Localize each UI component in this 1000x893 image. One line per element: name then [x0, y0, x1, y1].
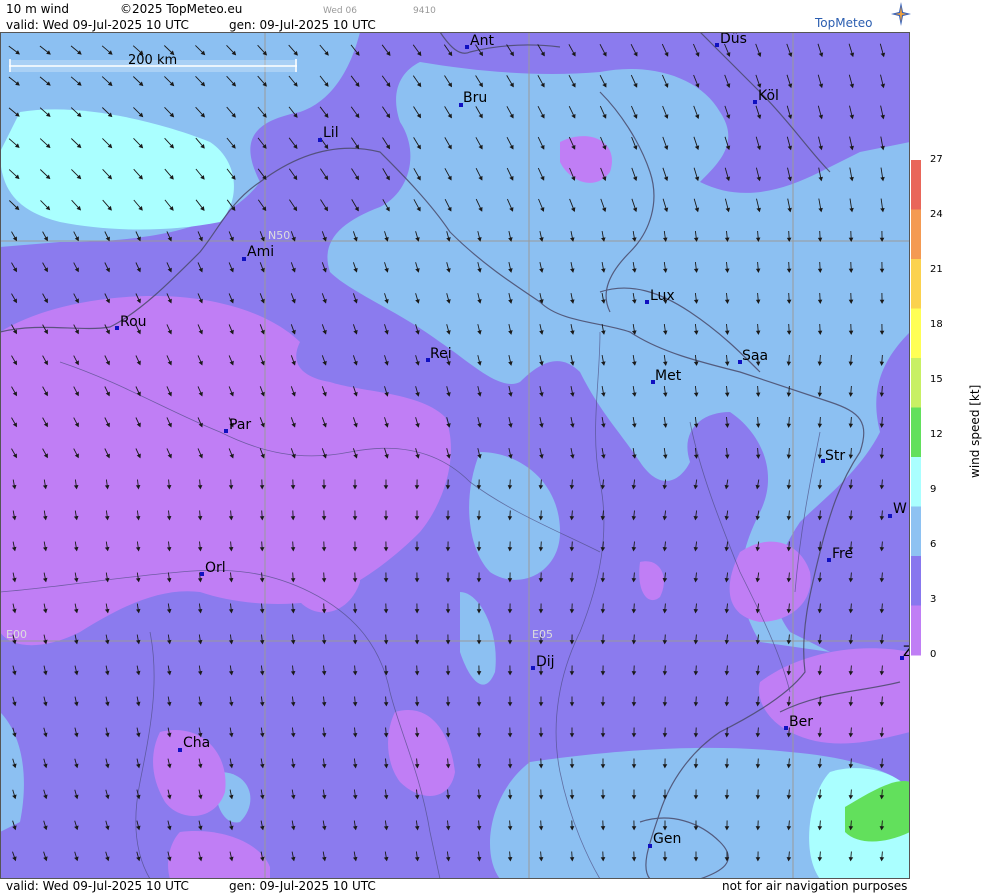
- city-label: W: [893, 501, 907, 517]
- brand-star-icon: [891, 2, 911, 26]
- legend-swatch: [911, 605, 921, 656]
- legend-tick-label: 3: [930, 594, 937, 605]
- legend-tick-label: 0: [930, 649, 937, 660]
- city-label: Orl: [205, 560, 226, 576]
- city-label: Str: [825, 448, 845, 464]
- valid-time: valid: Wed 09-Jul-2025 10 UTC: [6, 18, 189, 32]
- code-mark: 9410: [413, 6, 436, 16]
- grid-label-e00: E00: [6, 628, 27, 641]
- legend-colorbar: [911, 160, 921, 656]
- legend-tick-label: 18: [930, 319, 943, 330]
- legend-swatch: [911, 407, 921, 458]
- copyright: ©2025 TopMeteo.eu: [120, 2, 243, 16]
- city-label: Bru: [463, 90, 487, 106]
- footer-gen-time: gen: 09-Jul-2025 10 UTC: [229, 879, 376, 893]
- day-mark: Wed 06: [323, 6, 357, 16]
- grid-label-e05: E05: [532, 628, 553, 641]
- city-label: Rou: [120, 314, 147, 330]
- city-label: Düs: [720, 32, 747, 47]
- legend-tick-label: 24: [930, 209, 943, 220]
- legend-title: wind speed [kt]: [968, 384, 982, 478]
- product-title: 10 m wind: [6, 2, 69, 16]
- legend-tick-label: 21: [930, 264, 943, 275]
- legend-tick-label: 6: [930, 539, 937, 550]
- legend-swatch: [911, 556, 921, 606]
- legend-tick-label: 27: [930, 154, 943, 165]
- scale-bar-label: 200 km: [128, 53, 177, 68]
- legend-tick-label: 12: [930, 429, 943, 440]
- grid-label-n50: N50: [268, 229, 290, 242]
- legend-swatch: [911, 259, 921, 309]
- legend-swatch: [911, 308, 921, 359]
- city-dot: [200, 572, 204, 576]
- city-label: Köl: [758, 88, 779, 104]
- city-dot: [242, 257, 246, 261]
- city-label: Gen: [653, 831, 681, 847]
- city-label: Lux: [650, 288, 675, 304]
- city-dot: [645, 300, 649, 304]
- city-dot: [753, 100, 757, 104]
- wind-map[interactable]: 200 km N50 E00 E05 Ant Düs Bru Köl Lil A…: [0, 32, 910, 879]
- city-dot: [827, 558, 831, 562]
- city-dot: [465, 45, 469, 49]
- disclaimer: not for air navigation purposes: [722, 879, 908, 893]
- brand-name: TopMeteo: [815, 16, 873, 30]
- city-label: Fre: [832, 546, 853, 562]
- legend-tick-label: 9: [930, 484, 937, 495]
- city-label: Met: [655, 368, 682, 384]
- city-label: Z: [903, 644, 910, 660]
- city-dot: [531, 666, 535, 670]
- city-dot: [648, 844, 652, 848]
- city-label: Rei: [430, 346, 452, 362]
- city-label: Dij: [536, 654, 555, 670]
- city-label: Ber: [789, 714, 813, 730]
- city-dot: [784, 726, 788, 730]
- city-dot: [318, 138, 322, 142]
- city-dot: [715, 43, 719, 47]
- legend-swatch: [911, 358, 921, 408]
- city-label: Ant: [470, 33, 494, 49]
- city-label: Lil: [323, 125, 339, 141]
- legend-tick-label: 15: [930, 374, 943, 385]
- legend-swatch: [911, 506, 921, 557]
- gen-time: gen: 09-Jul-2025 10 UTC: [229, 18, 376, 32]
- footer-valid-time: valid: Wed 09-Jul-2025 10 UTC: [6, 879, 189, 893]
- legend-swatch: [911, 160, 921, 210]
- city-dot: [115, 326, 119, 330]
- city-dot: [178, 748, 182, 752]
- city-label: Cha: [183, 735, 210, 751]
- city-label: Par: [229, 417, 251, 433]
- city-dot: [224, 429, 228, 433]
- city-dot: [888, 514, 892, 518]
- city-label: Ami: [247, 244, 274, 260]
- legend-swatch: [911, 209, 921, 260]
- legend-swatch: [911, 457, 921, 507]
- city-label: Saa: [742, 348, 768, 364]
